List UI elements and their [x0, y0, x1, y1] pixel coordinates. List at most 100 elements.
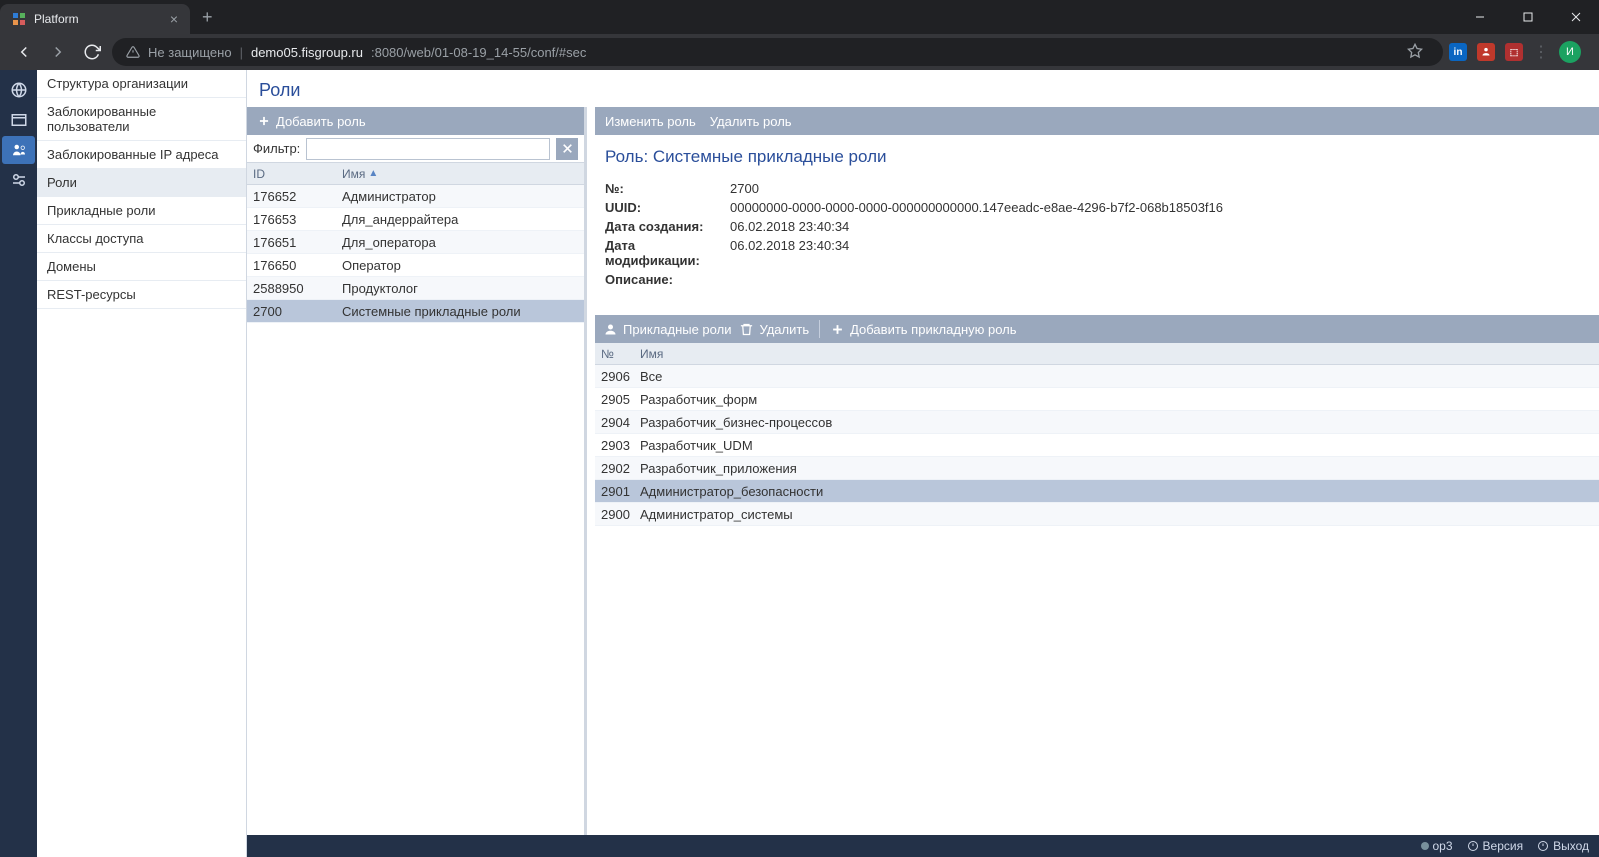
table-row[interactable]: 2904Разработчик_бизнес-процессов	[595, 411, 1599, 434]
roles-panel: Добавить роль Фильтр: ID Имя ▲	[247, 107, 587, 835]
cell-name: Администратор_безопасности	[640, 484, 1599, 499]
extensions: in ⬚ ⋮ И	[1449, 41, 1581, 63]
filter-label: Фильтр:	[253, 141, 300, 156]
bookmark-star-icon[interactable]	[1407, 43, 1423, 62]
url-box[interactable]: Не защищено | demo05.fisgroup.ru:8080/we…	[112, 38, 1443, 66]
reload-button[interactable]	[78, 38, 106, 66]
cell-name: Разработчик_форм	[640, 392, 1599, 407]
cell-no: 2905	[595, 392, 640, 407]
field-created-value: 06.02.2018 23:40:34	[730, 219, 1589, 234]
field-uuid-value: 00000000-0000-0000-0000-000000000000.147…	[730, 200, 1589, 215]
field-description-value	[730, 272, 1589, 287]
page-title: Роли	[247, 70, 1599, 107]
sidebar-item[interactable]: Заблокированные IP адреса	[37, 141, 246, 169]
sidebar-item[interactable]: Роли	[37, 169, 246, 197]
tab-close-icon[interactable]: ×	[170, 11, 178, 27]
browser-tab[interactable]: Platform ×	[0, 4, 190, 34]
cell-name: Системные прикладные роли	[342, 304, 584, 319]
sidebar-item[interactable]: REST-ресурсы	[37, 281, 246, 309]
extension-linkedin-icon[interactable]: in	[1449, 43, 1467, 61]
rail-window-icon[interactable]	[2, 106, 35, 134]
table-row[interactable]: 2588950Продуктолог	[247, 277, 584, 300]
extension-icon[interactable]	[1477, 43, 1495, 61]
cell-name: Для_оператора	[342, 235, 584, 250]
new-tab-button[interactable]: +	[202, 7, 213, 28]
field-created-label: Дата создания:	[605, 219, 730, 234]
table-row[interactable]: 176652Администратор	[247, 185, 584, 208]
role-detail-panel: Изменить роль Удалить роль Роль: Системн…	[595, 107, 1599, 835]
sidebar-item[interactable]: Прикладные роли	[37, 197, 246, 225]
url-path: :8080/web/01-08-19_14-55/conf/#sec	[371, 45, 586, 60]
col-name[interactable]: Имя ▲	[342, 167, 584, 181]
back-button[interactable]	[10, 38, 38, 66]
tab-title: Platform	[34, 12, 79, 26]
table-row[interactable]: 2906Все	[595, 365, 1599, 388]
minimize-button[interactable]	[1457, 0, 1503, 34]
field-modified-label: Дата модификации:	[605, 238, 730, 268]
applied-roles-tab[interactable]: Прикладные роли	[603, 322, 731, 337]
sidebar-item[interactable]: Классы доступа	[37, 225, 246, 253]
rail-security-icon[interactable]	[2, 136, 35, 164]
extension-icon[interactable]: ⬚	[1505, 43, 1523, 61]
forward-button[interactable]	[44, 38, 72, 66]
cell-id: 176650	[247, 258, 342, 273]
status-footer: op3 Версия Выход	[247, 835, 1599, 857]
table-row[interactable]: 2902Разработчик_приложения	[595, 457, 1599, 480]
maximize-button[interactable]	[1505, 0, 1551, 34]
col-no[interactable]: №	[595, 347, 640, 361]
delete-applied-role-button[interactable]: Удалить	[739, 322, 809, 337]
sidebar: Структура организацииЗаблокированные пол…	[37, 70, 247, 857]
filter-bar: Фильтр:	[247, 135, 584, 163]
detail-title: Роль: Системные прикладные роли	[595, 135, 1599, 175]
cell-name: Разработчик_UDM	[640, 438, 1599, 453]
sidebar-item[interactable]: Структура организации	[37, 70, 246, 98]
window-controls	[1457, 0, 1599, 34]
insecure-label: Не защищено	[148, 45, 232, 60]
main-area: Роли Добавить роль Фильтр:	[247, 70, 1599, 857]
browser-titlebar: Platform × +	[0, 0, 1599, 34]
detail-fields: №:2700 UUID:00000000-0000-0000-0000-0000…	[595, 175, 1599, 299]
add-role-button[interactable]: Добавить роль	[257, 114, 366, 129]
sidebar-item[interactable]: Домены	[37, 253, 246, 281]
logout-link[interactable]: Выход	[1537, 839, 1589, 853]
table-row[interactable]: 2905Разработчик_форм	[595, 388, 1599, 411]
delete-role-button[interactable]: Удалить роль	[710, 114, 792, 129]
rail-globe-icon[interactable]	[2, 76, 35, 104]
table-row[interactable]: 2903Разработчик_UDM	[595, 434, 1599, 457]
table-row[interactable]: 176653Для_андеррайтера	[247, 208, 584, 231]
sidebar-item[interactable]: Заблокированные пользователи	[37, 98, 246, 141]
app-container: Структура организацииЗаблокированные пол…	[0, 70, 1599, 857]
browser-address-bar: Не защищено | demo05.fisgroup.ru:8080/we…	[0, 34, 1599, 70]
clear-filter-button[interactable]	[556, 138, 578, 160]
field-uuid-label: UUID:	[605, 200, 730, 215]
edit-role-button[interactable]: Изменить роль	[605, 114, 696, 129]
sort-asc-icon: ▲	[368, 168, 378, 179]
close-window-button[interactable]	[1553, 0, 1599, 34]
cell-id: 176652	[247, 189, 342, 204]
filter-input[interactable]	[306, 138, 550, 160]
roles-toolbar: Добавить роль	[247, 107, 584, 135]
cell-id: 2700	[247, 304, 342, 319]
add-applied-role-button[interactable]: Добавить прикладную роль	[830, 322, 1016, 337]
cell-no: 2906	[595, 369, 640, 384]
table-row[interactable]: 2700Системные прикладные роли	[247, 300, 584, 323]
status-dot-icon	[1421, 842, 1429, 850]
cell-no: 2902	[595, 461, 640, 476]
cell-no: 2901	[595, 484, 640, 499]
col-id[interactable]: ID	[247, 167, 342, 181]
profile-avatar[interactable]: И	[1559, 41, 1581, 63]
table-row[interactable]: 176651Для_оператора	[247, 231, 584, 254]
cell-id: 2588950	[247, 281, 342, 296]
table-row[interactable]: 176650Оператор	[247, 254, 584, 277]
version-link[interactable]: Версия	[1467, 839, 1524, 853]
cell-name: Разработчик_бизнес-процессов	[640, 415, 1599, 430]
field-description-label: Описание:	[605, 272, 730, 287]
table-row[interactable]: 2901Администратор_безопасности	[595, 480, 1599, 503]
cell-name: Продуктолог	[342, 281, 584, 296]
table-row[interactable]: 2900Администратор_системы	[595, 503, 1599, 526]
col-name[interactable]: Имя	[640, 347, 1599, 361]
cell-name: Разработчик_приложения	[640, 461, 1599, 476]
rail-settings-icon[interactable]	[2, 166, 35, 194]
field-no-label: №:	[605, 181, 730, 196]
cell-no: 2903	[595, 438, 640, 453]
